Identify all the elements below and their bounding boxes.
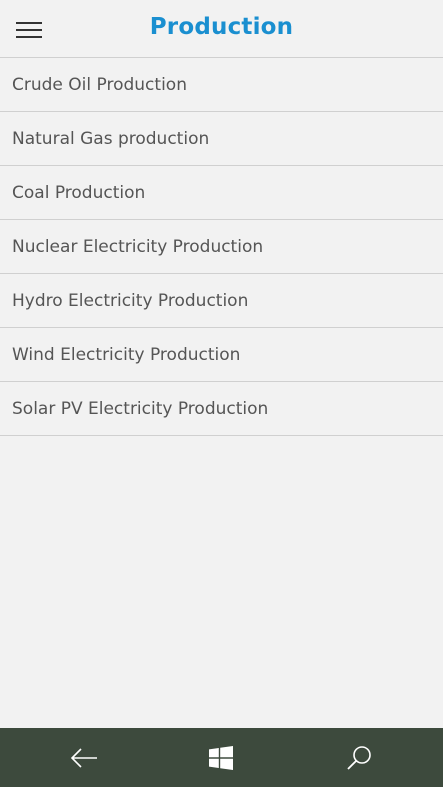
- list-item-label: Crude Oil Production: [12, 74, 187, 95]
- list-item-label: Natural Gas production: [12, 128, 210, 149]
- list-item-label: Coal Production: [12, 182, 146, 203]
- system-nav-bar: [0, 728, 443, 787]
- header-bar: Production: [0, 0, 443, 58]
- list-item-hydro[interactable]: Hydro Electricity Production: [0, 274, 443, 328]
- list-item-wind[interactable]: Wind Electricity Production: [0, 328, 443, 382]
- list-item-label: Hydro Electricity Production: [12, 290, 249, 311]
- list-item-label: Wind Electricity Production: [12, 344, 241, 365]
- list-item-coal[interactable]: Coal Production: [0, 166, 443, 220]
- list-item-crude-oil[interactable]: Crude Oil Production: [0, 58, 443, 112]
- list-item-label: Solar PV Electricity Production: [12, 398, 269, 419]
- back-button[interactable]: [44, 728, 124, 787]
- windows-start-button[interactable]: [181, 728, 261, 787]
- list-item-label: Nuclear Electricity Production: [12, 236, 264, 257]
- list-item-solar-pv[interactable]: Solar PV Electricity Production: [0, 382, 443, 436]
- page-title: Production: [149, 14, 294, 40]
- production-list: Crude Oil Production Natural Gas product…: [0, 58, 443, 436]
- windows-logo-icon: [209, 745, 233, 770]
- back-arrow-icon: [70, 747, 97, 768]
- list-item-natural-gas[interactable]: Natural Gas production: [0, 112, 443, 166]
- search-button[interactable]: [319, 728, 399, 787]
- list-item-nuclear[interactable]: Nuclear Electricity Production: [0, 220, 443, 274]
- search-icon: [347, 745, 371, 770]
- app-window: Production Crude Oil Production Natural …: [0, 0, 443, 787]
